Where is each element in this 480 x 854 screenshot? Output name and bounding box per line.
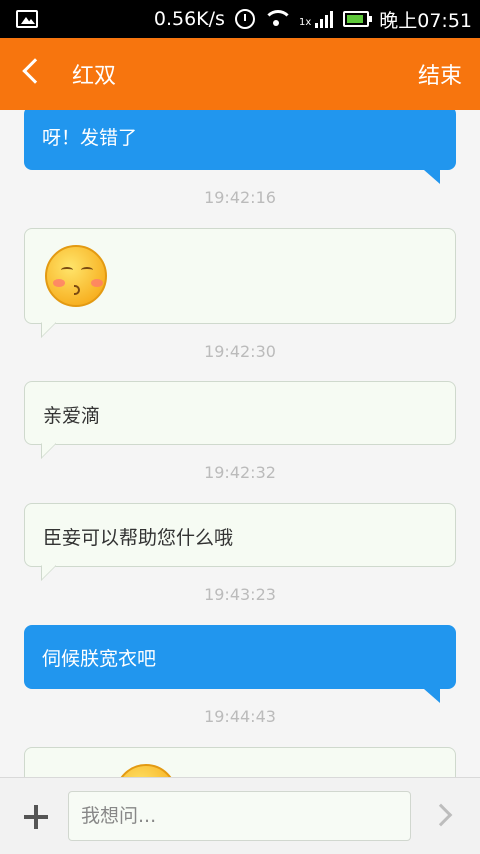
- message-timestamp: 19:42:30: [204, 342, 276, 361]
- cell-signal-icon: 1x: [298, 10, 334, 28]
- chat-header: 红双 结束: [0, 38, 480, 110]
- message-text: 亲爱滴: [43, 405, 101, 427]
- message-text: 呀！发错了: [42, 127, 138, 149]
- bubble-tail: [41, 551, 56, 581]
- message-text: 臣妾可以帮助您什么哦: [43, 527, 234, 549]
- bubble-tail: [424, 170, 440, 184]
- back-arrow-icon[interactable]: [22, 58, 48, 84]
- status-right: 0.56K/s 1x 晚上07:51: [154, 0, 472, 38]
- message-timestamp: 19:43:23: [204, 585, 276, 604]
- message-list[interactable]: 呀！发错了 19:42:16 19:42:30 亲爱滴 19:42:32 臣妾可…: [0, 110, 480, 777]
- message-input[interactable]: [68, 791, 411, 841]
- contact-name: 红双: [72, 64, 117, 89]
- clock-time: 晚上07:51: [379, 9, 472, 32]
- plus-icon[interactable]: [24, 805, 48, 829]
- outgoing-message[interactable]: 伺候朕宽衣吧: [24, 625, 456, 703]
- kissing-face-emoji-icon: [115, 764, 177, 777]
- message-timestamp: 19:42:32: [204, 463, 276, 482]
- end-chat-button[interactable]: 结束: [418, 58, 462, 90]
- outgoing-message[interactable]: 呀！发错了: [24, 110, 456, 184]
- status-bar: 0.56K/s 1x 晚上07:51: [0, 0, 480, 38]
- message-timestamp: 19:42:16: [204, 188, 276, 207]
- message-timestamp: 19:44:43: [204, 707, 276, 726]
- bubble-tail: [41, 429, 56, 459]
- incoming-message[interactable]: 臣妾可以帮助您什么哦: [24, 503, 456, 581]
- gallery-notification-icon: [16, 10, 38, 28]
- chevron-right-icon[interactable]: [429, 803, 453, 827]
- alarm-icon: [234, 9, 255, 29]
- bubble-tail: [41, 308, 56, 338]
- signal-type-label: 1x: [298, 17, 312, 28]
- incoming-message[interactable]: [24, 747, 456, 777]
- network-speed: 0.56K/s: [153, 8, 225, 30]
- battery-icon: [343, 11, 373, 27]
- incoming-message[interactable]: [24, 228, 456, 338]
- message-text: 伺候朕宽衣吧: [42, 648, 157, 670]
- wifi-icon: [264, 10, 289, 28]
- kissing-face-emoji-icon: [45, 245, 107, 307]
- incoming-message[interactable]: 亲爱滴: [24, 381, 456, 459]
- bubble-tail: [424, 689, 440, 703]
- input-bar: [0, 777, 480, 854]
